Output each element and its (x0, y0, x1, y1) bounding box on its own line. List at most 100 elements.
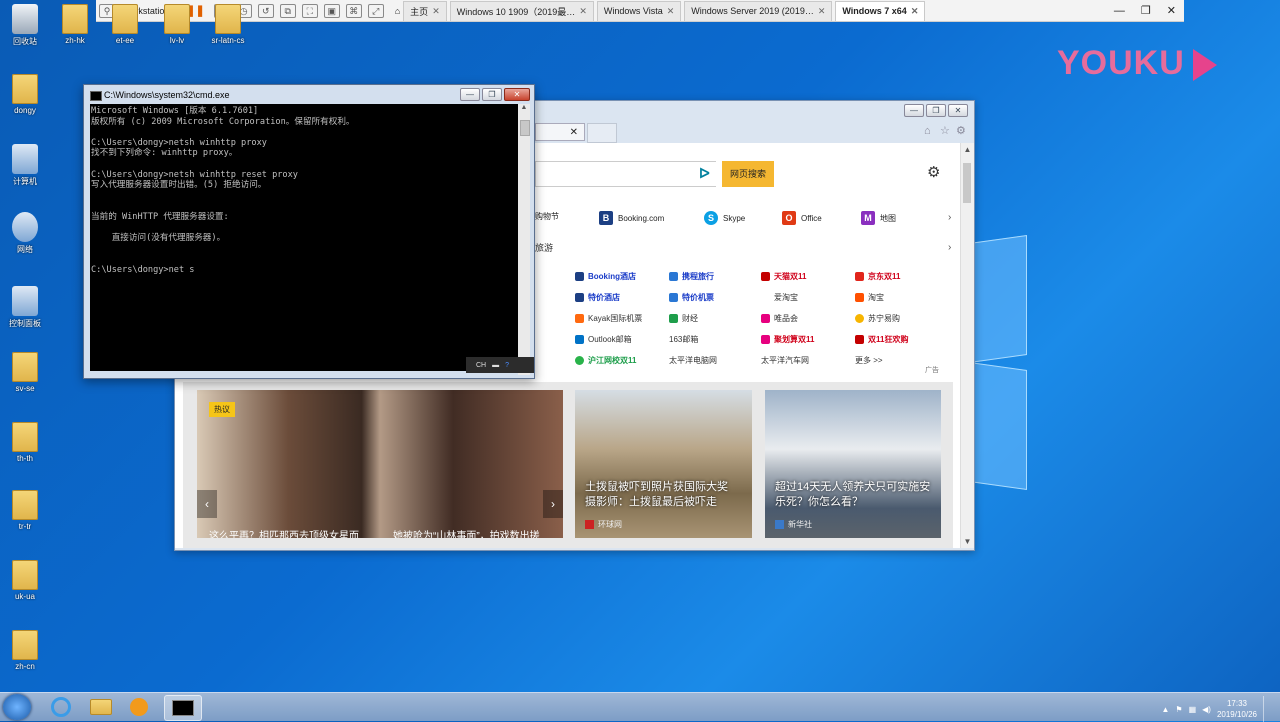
stretch-icon[interactable]: ⤢ (367, 3, 384, 18)
clock[interactable]: 17:33 2019/10/26 (1217, 698, 1257, 720)
taskbar-media-player[interactable] (121, 695, 157, 719)
quick-link-skype[interactable]: S Skype (704, 211, 745, 225)
link-special-hotel[interactable]: 特价酒店 (575, 292, 620, 303)
chevron-right-icon[interactable]: › (948, 212, 951, 223)
link-juhuasuan[interactable]: 聚划算双11 (761, 334, 814, 345)
news-card-hero[interactable]: 热议 ‹ › 这么平再？相匹那西去顶级女星而 她被呛为“山林事面”，拍戏数出搓 (197, 390, 563, 538)
desktop-folder-th-th[interactable]: th-th (0, 422, 50, 463)
vertical-scrollbar[interactable]: ▲ ▼ (960, 143, 974, 548)
close-icon[interactable]: ✕ (432, 6, 440, 17)
tab-windows-server[interactable]: Windows Server 2019 (2019… ✕ (684, 0, 833, 21)
ime-bar[interactable]: CH ▬? (466, 357, 534, 373)
link-double11[interactable]: 双11狂欢购 (855, 334, 908, 345)
network-icon[interactable]: ▦ (1189, 705, 1197, 714)
minimize-button[interactable]: — (904, 104, 924, 117)
close-icon[interactable]: ✕ (570, 127, 578, 138)
flag-icon[interactable]: ⚑ (1175, 705, 1182, 714)
favorites-icon[interactable]: ☆ (940, 125, 952, 137)
gear-icon[interactable]: ⚙ (956, 125, 968, 137)
quick-link-shopping[interactable]: 购物节 (535, 211, 559, 222)
new-tab-button[interactable] (587, 123, 617, 143)
close-icon[interactable]: ✕ (911, 6, 919, 17)
close-icon[interactable]: ✕ (818, 6, 826, 17)
link-outlook[interactable]: Outlook邮箱 (575, 334, 632, 345)
taskbar-internet-explorer[interactable] (43, 695, 79, 719)
link-kayak[interactable]: Kayak国际机票 (575, 313, 642, 324)
full-screen-icon[interactable]: ⛶ (301, 3, 318, 18)
tab-windows-10[interactable]: Windows 10 1909（2019最… ✕ (449, 0, 594, 21)
news-card[interactable]: 超过14天无人领养犬只可实施安乐死？你怎么看？ 新华社 (765, 390, 941, 538)
manage-snapshots-icon[interactable]: ⧉ (279, 3, 296, 18)
link-163-mail[interactable]: 163邮箱 (669, 334, 698, 345)
start-button[interactable] (3, 694, 31, 720)
link-pcauto[interactable]: 太平洋汽车网 (761, 355, 809, 366)
quick-link-booking[interactable]: B Booking.com (599, 211, 664, 225)
desktop-folder-lv-lv[interactable]: lv-lv (152, 4, 202, 45)
show-desktop-button[interactable] (1263, 696, 1272, 722)
link-taobao[interactable]: 淘宝 (855, 292, 884, 303)
link-special-flight[interactable]: 特价机票 (669, 292, 714, 303)
search-input[interactable] (535, 161, 716, 187)
gear-icon[interactable]: ⚙ (927, 163, 940, 181)
recycle-bin-icon[interactable]: 回收站 (0, 4, 50, 47)
desktop-folder-tr-tr[interactable]: tr-tr (0, 490, 50, 531)
taskbar-cmd[interactable] (164, 695, 202, 721)
home-icon[interactable]: ⌂ (924, 125, 936, 137)
web-search-button[interactable]: 网页搜索 (722, 161, 774, 187)
browser-tab[interactable]: ✕ (535, 123, 585, 141)
scroll-up-icon[interactable]: ▲ (961, 145, 974, 154)
carousel-next-button[interactable]: › (543, 490, 563, 518)
link-tmall[interactable]: 天猫双11 (761, 271, 806, 282)
quick-link-maps[interactable]: M 地图 (861, 211, 896, 225)
news-card[interactable]: 土拨鼠被吓到照片获国际大奖 摄影师：土拨鼠最后被吓走 环球网 (575, 390, 752, 538)
desktop-folder-zh-hk[interactable]: zh-hk (50, 4, 100, 45)
close-button[interactable]: ✕ (948, 104, 968, 117)
close-icon[interactable]: ✕ (579, 6, 587, 17)
desktop-user-folder[interactable]: dongy (0, 74, 50, 115)
link-more[interactable]: 更多 >> (855, 355, 883, 366)
quick-link-office[interactable]: O Office (782, 211, 822, 225)
show-hidden-icons-icon[interactable]: ▲ (1161, 705, 1169, 714)
unity-icon[interactable]: ▣ (323, 3, 340, 18)
desktop-control-panel[interactable]: 控制面板 (0, 286, 50, 329)
link-jd[interactable]: 京东双11 (855, 271, 900, 282)
link-ai-taobao[interactable]: 爱淘宝 (761, 292, 798, 303)
link-vip[interactable]: 唯品会 (761, 313, 798, 324)
minimize-button[interactable]: — (460, 88, 480, 101)
close-icon[interactable]: ✕ (1167, 4, 1176, 17)
tab-home[interactable]: 主页 ✕ (403, 0, 447, 21)
link-hujiang[interactable]: 沪江网校双11 (575, 355, 636, 366)
desktop-folder-zh-cn[interactable]: zh-cn (0, 630, 50, 671)
maximize-icon[interactable]: ❐ (1141, 4, 1151, 17)
close-button[interactable]: ✕ (504, 88, 530, 101)
desktop-folder-uk-ua[interactable]: uk-ua (0, 560, 50, 601)
link-ctrip[interactable]: 携程旅行 (669, 271, 714, 282)
maximize-button[interactable]: ❐ (482, 88, 502, 101)
desktop-network[interactable]: 网络 (0, 212, 50, 255)
minimize-icon[interactable]: — (1114, 5, 1125, 17)
desktop-folder-et-ee[interactable]: et-ee (100, 4, 150, 45)
desktop-computer[interactable]: 计算机 (0, 144, 50, 187)
link-booking-hotel[interactable]: Booking酒店 (575, 271, 636, 282)
volume-icon[interactable]: ◀) (1202, 705, 1211, 714)
link-finance[interactable]: 财经 (669, 313, 698, 324)
help-icon[interactable]: ? (505, 362, 509, 369)
link-suning[interactable]: 苏宁易购 (855, 313, 900, 324)
taskbar-explorer[interactable] (83, 695, 119, 719)
desktop-folder-sv-se[interactable]: sv-se (0, 352, 50, 393)
scroll-down-icon[interactable]: ▼ (961, 537, 974, 546)
close-icon[interactable]: ✕ (667, 6, 675, 17)
scroll-thumb[interactable] (963, 163, 971, 203)
vertical-scrollbar[interactable]: ▲ (518, 104, 530, 375)
revert-icon[interactable]: ↺ (257, 3, 274, 18)
tab-windows-vista[interactable]: Windows Vista ✕ (596, 0, 682, 21)
maximize-button[interactable]: ❐ (926, 104, 946, 117)
carousel-prev-button[interactable]: ‹ (197, 490, 217, 518)
console-view-icon[interactable]: ⌘ (345, 3, 362, 18)
console-output[interactable]: Microsoft Windows [版本 6.1.7601] 版权所有 (c)… (90, 104, 518, 371)
tab-windows-7[interactable]: Windows 7 x64 ✕ (835, 0, 926, 21)
desktop-folder-sr-latn-cs[interactable]: sr-latn-cs (203, 4, 253, 45)
scroll-thumb[interactable] (520, 120, 530, 136)
link-pconline[interactable]: 太平洋电脑网 (669, 355, 717, 366)
scroll-up-icon[interactable]: ▲ (518, 104, 530, 111)
